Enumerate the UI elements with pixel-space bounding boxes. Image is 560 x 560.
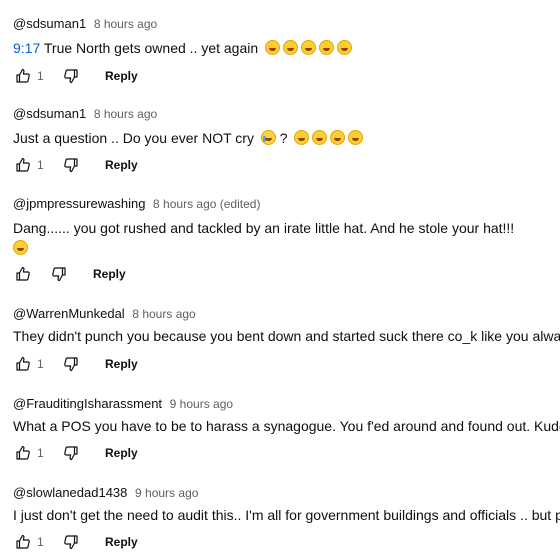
- thumbs-down-icon[interactable]: [61, 66, 81, 86]
- thumbs-up-icon[interactable]: [13, 264, 33, 284]
- thumbs-down-icon[interactable]: [61, 155, 81, 175]
- thumbs-up-icon[interactable]: [13, 354, 33, 374]
- comment-author[interactable]: @sdsuman1: [13, 16, 86, 31]
- comment-author[interactable]: @sdsuman1: [13, 106, 86, 121]
- crying-emoji-icon: [260, 130, 276, 145]
- like-count: 1: [37, 357, 44, 371]
- comment-thread: @FrauditingIsharassment 9 hours ago What…: [13, 396, 560, 476]
- comment-actions: 1 Reply: [13, 443, 138, 463]
- like-count: 1: [37, 446, 44, 460]
- comment-author[interactable]: @FrauditingIsharassment: [13, 396, 162, 411]
- thumbs-down-icon[interactable]: [61, 532, 81, 552]
- comment-thread: @WarrenMunkedal 8 hours ago They didn't …: [13, 306, 560, 386]
- laughing-emoji-icon: [283, 40, 299, 55]
- timestamp-link[interactable]: 9:17: [13, 40, 40, 56]
- laughing-emoji-icon: [294, 130, 310, 145]
- comment-time[interactable]: 8 hours ago: [94, 107, 157, 121]
- comment-header: @slowlanedad1438 9 hours ago: [13, 485, 198, 501]
- comment-text-body: True North gets owned .. yet again: [40, 40, 259, 56]
- comment-text: 9:17 True North gets owned .. yet again: [13, 38, 560, 58]
- thumbs-down-icon[interactable]: [61, 443, 81, 463]
- comment-actions: Reply: [13, 264, 126, 284]
- comment-text-body: They didn't punch you because you bent d…: [13, 328, 560, 344]
- comment-header: @FrauditingIsharassment 9 hours ago: [13, 396, 233, 412]
- like-count: 1: [37, 69, 44, 83]
- comment-time[interactable]: 8 hours ago: [94, 17, 157, 31]
- comment-text: Just a question .. Do you ever NOT cry ?: [13, 128, 560, 148]
- reply-button[interactable]: Reply: [105, 535, 138, 549]
- comment-thread: @slowlanedad1438 9 hours ago I just don'…: [13, 485, 560, 560]
- comment-author[interactable]: @WarrenMunkedal: [13, 306, 125, 321]
- comment-text: Dang...... you got rushed and tackled by…: [13, 218, 560, 258]
- comment-header: @jpmpressurewashing 8 hours ago (edited): [13, 196, 260, 212]
- comment-thread: @sdsuman1 8 hours ago 9:17 True North ge…: [13, 16, 560, 96]
- thumbs-up-icon[interactable]: [13, 532, 33, 552]
- laughing-emoji-icon: [319, 40, 335, 55]
- comment-text: They didn't punch you because you bent d…: [13, 326, 560, 346]
- comment-time[interactable]: 9 hours ago: [135, 486, 198, 500]
- thumbs-up-icon[interactable]: [13, 66, 33, 86]
- comment-text: I just don't get the need to audit this.…: [13, 505, 560, 525]
- laughing-emoji-icon: [337, 40, 353, 55]
- thumbs-up-icon[interactable]: [13, 155, 33, 175]
- comment-actions: 1 Reply: [13, 532, 138, 552]
- thumbs-up-icon[interactable]: [13, 443, 33, 463]
- reply-button[interactable]: Reply: [105, 69, 138, 83]
- comment-time[interactable]: 8 hours ago: [132, 307, 195, 321]
- comment-author[interactable]: @slowlanedad1438: [13, 485, 127, 500]
- reply-button[interactable]: Reply: [93, 267, 126, 281]
- laughing-emoji-icon: [312, 130, 328, 145]
- comment-actions: 1 Reply: [13, 66, 138, 86]
- comment-text-body: Dang...... you got rushed and tackled by…: [13, 220, 515, 236]
- comment-header: @sdsuman1 8 hours ago: [13, 106, 157, 122]
- thumbs-down-icon[interactable]: [61, 354, 81, 374]
- thumbs-down-icon[interactable]: [49, 264, 69, 284]
- reply-button[interactable]: Reply: [105, 158, 138, 172]
- comment-thread: @jpmpressurewashing 8 hours ago (edited)…: [13, 196, 560, 296]
- comment-header: @sdsuman1 8 hours ago: [13, 16, 157, 32]
- comment-actions: 1 Reply: [13, 354, 138, 374]
- comment-text: What a POS you have to be to harass a sy…: [13, 416, 560, 436]
- comment-thread: @sdsuman1 8 hours ago Just a question ..…: [13, 106, 560, 186]
- comment-text-suffix: ?: [275, 130, 288, 146]
- laughing-emoji-icon: [348, 130, 364, 145]
- laughing-emoji-icon: [265, 40, 281, 55]
- comment-text-body: Just a question .. Do you ever NOT cry: [13, 130, 254, 146]
- laughing-emoji-icon: [13, 240, 28, 255]
- comment-header: @WarrenMunkedal 8 hours ago: [13, 306, 196, 322]
- comment-author[interactable]: @jpmpressurewashing: [13, 196, 145, 211]
- laughing-emoji-icon: [301, 40, 317, 55]
- comment-time[interactable]: 9 hours ago: [170, 397, 233, 411]
- like-count: 1: [37, 535, 44, 549]
- reply-button[interactable]: Reply: [105, 357, 138, 371]
- like-count: 1: [37, 158, 44, 172]
- reply-button[interactable]: Reply: [105, 446, 138, 460]
- comment-text-body: What a POS you have to be to harass a sy…: [13, 418, 560, 434]
- comment-time[interactable]: 8 hours ago (edited): [153, 197, 260, 211]
- comment-actions: 1 Reply: [13, 155, 138, 175]
- laughing-emoji-icon: [330, 130, 346, 145]
- comment-text-body: I just don't get the need to audit this.…: [13, 507, 560, 523]
